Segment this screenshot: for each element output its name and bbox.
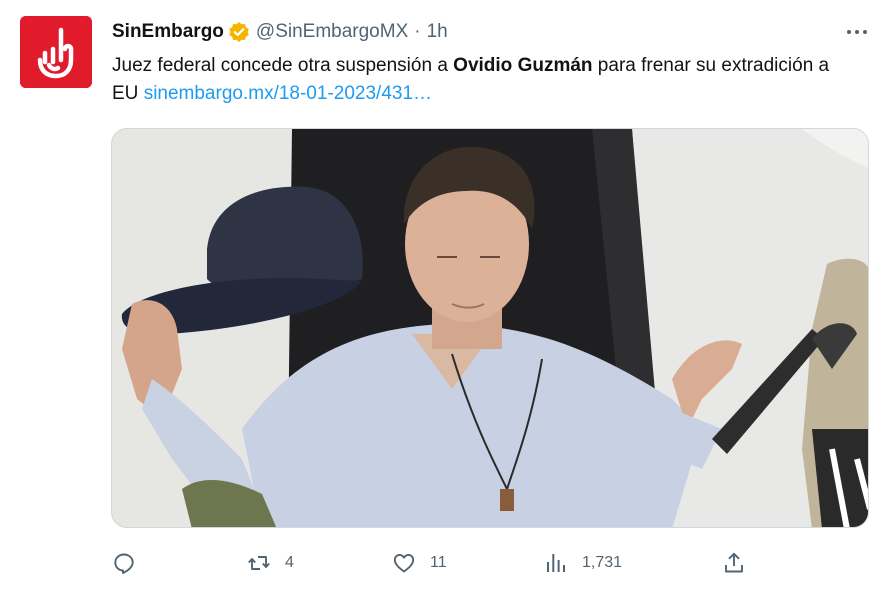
more-options-icon (847, 30, 851, 34)
share-icon (725, 552, 743, 573)
reply-icon (114, 553, 134, 574)
retweet-count: 4 (285, 554, 294, 571)
share-button[interactable] (722, 546, 746, 580)
more-options-dot (863, 30, 867, 34)
tweet-actions: 4 11 1,731 (112, 546, 752, 580)
views-count: 1,731 (582, 554, 623, 571)
views-button[interactable]: 1,731 (544, 546, 622, 580)
tweet-text-part: Juez federal concede otra suspensión a (112, 55, 454, 76)
analytics-icon (547, 554, 565, 572)
more-options-dot (855, 30, 859, 34)
sinembargo-logo-icon (20, 16, 92, 88)
handle[interactable]: @SinEmbargoMX (256, 21, 408, 43)
tweet-card[interactable]: SinEmbargo @SinEmbargoMX · 1h Juez feder… (0, 0, 895, 594)
retweet-button[interactable]: 4 (247, 546, 294, 580)
separator-dot: · (414, 21, 421, 42)
tweet-media-image[interactable] (111, 128, 869, 528)
like-count: 11 (430, 554, 447, 571)
avatar[interactable] (20, 16, 92, 88)
tweet-text-bold: Ovidio Guzmán (453, 55, 593, 76)
like-button[interactable]: 11 (392, 546, 447, 580)
media-photo (112, 129, 868, 527)
tweet-header: SinEmbargo @SinEmbargoMX · 1h (112, 19, 448, 45)
tweet-link[interactable]: sinembargo.mx/18-01-2023/431… (144, 83, 432, 104)
display-name[interactable]: SinEmbargo (112, 21, 224, 43)
tweet-text: Juez federal concede otra suspensión a O… (112, 52, 852, 108)
heart-icon (393, 553, 415, 573)
more-options-button[interactable] (842, 22, 872, 42)
verified-badge-icon (228, 21, 250, 43)
reply-button[interactable] (112, 546, 150, 580)
retweet-icon (248, 556, 270, 570)
timestamp[interactable]: 1h (427, 21, 448, 43)
